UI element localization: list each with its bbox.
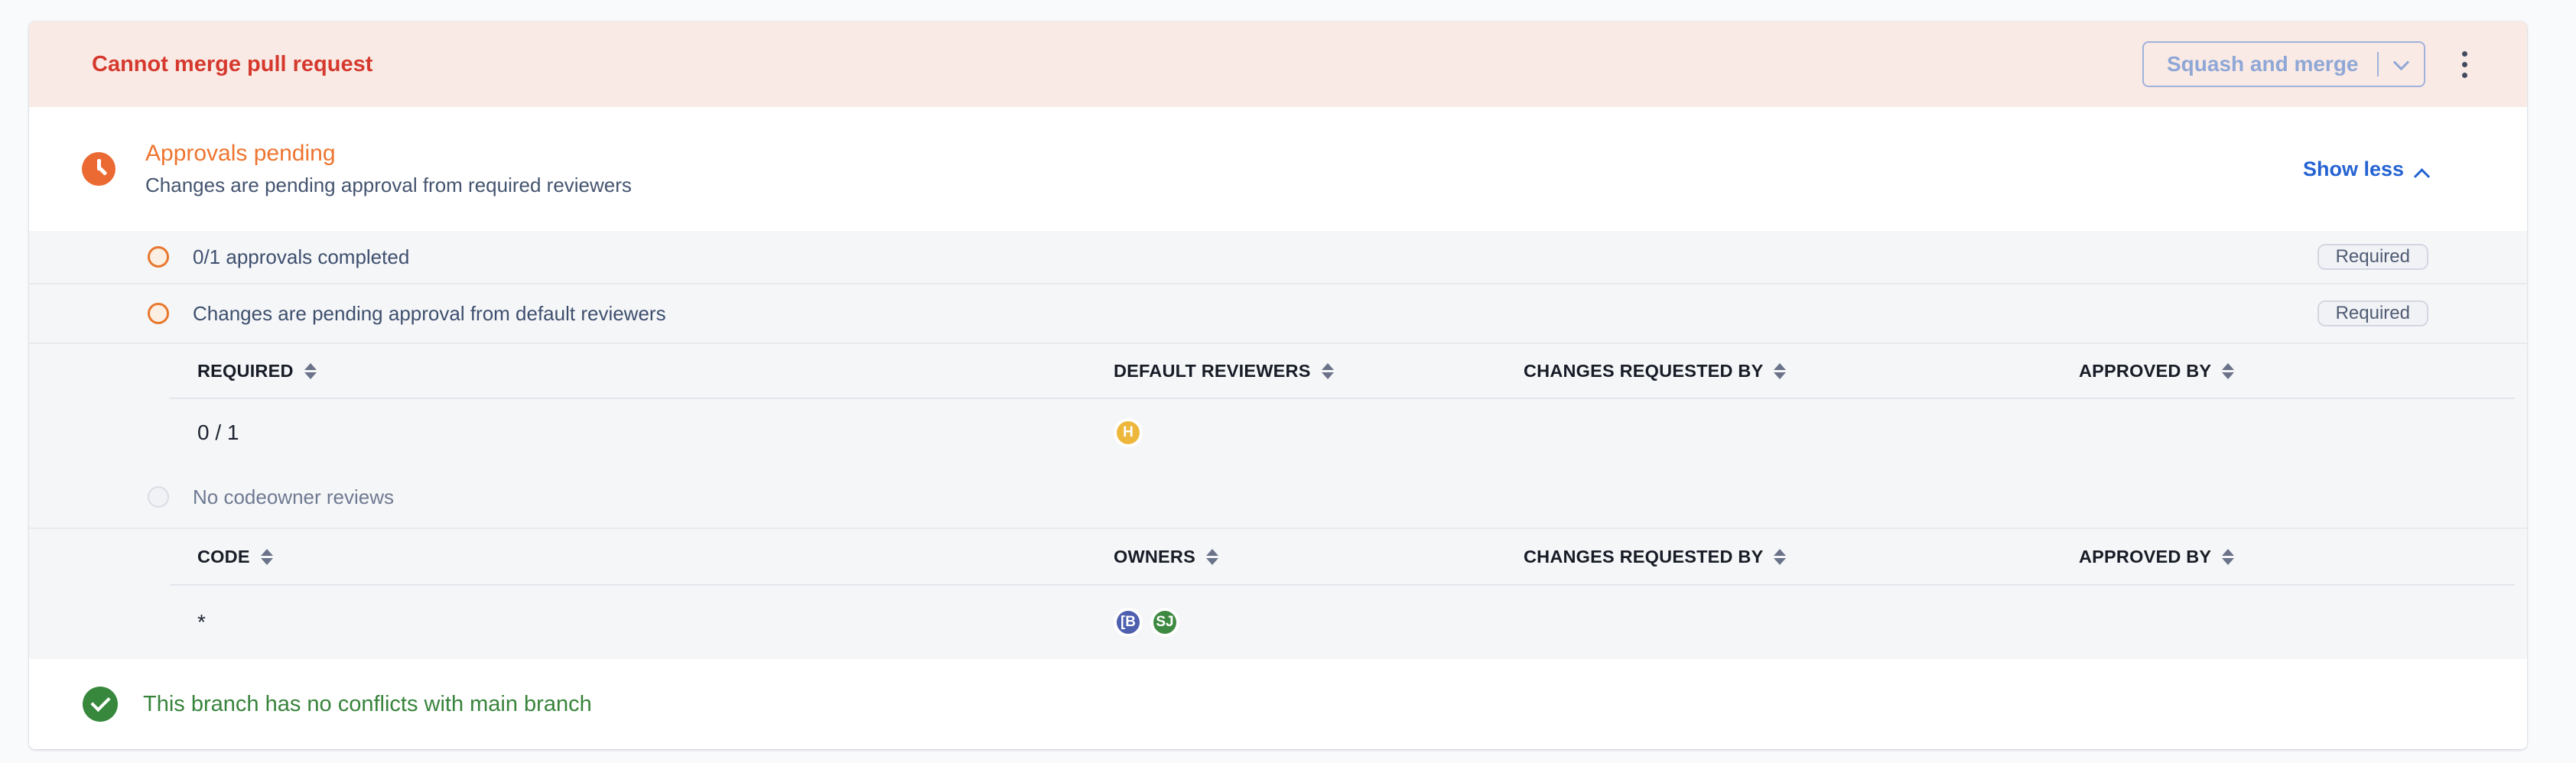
default-reviewers-check-row: Changes are pending approval from defaul… (29, 284, 2527, 343)
column-header-changes-requested-by[interactable]: CHANGES REQUESTED BY (1524, 547, 2079, 567)
show-less-label: Show less (2303, 157, 2404, 181)
required-reviewers-table-row: 0 / 1 H (170, 399, 2515, 466)
column-header-required[interactable]: REQUIRED (197, 361, 1114, 382)
sort-icon (1206, 549, 1218, 565)
chevron-down-icon[interactable] (2393, 54, 2409, 70)
show-less-link[interactable]: Show less (2303, 157, 2428, 181)
required-badge: Required (2317, 244, 2428, 270)
code-owners-table-row: * [B SJ (170, 586, 2515, 659)
owners-cell: [B SJ (1114, 608, 1524, 637)
column-header-approved-by[interactable]: APPROVED BY (2079, 547, 2515, 567)
sort-icon (2222, 549, 2234, 565)
checks-region: 0/1 approvals completed Required Changes… (29, 231, 2527, 659)
button-divider (2377, 52, 2379, 76)
no-conflicts-label: This branch has no conflicts with main b… (143, 692, 592, 717)
kebab-menu-icon[interactable] (2457, 45, 2472, 84)
column-header-default-reviewers[interactable]: DEFAULT REVIEWERS (1114, 361, 1524, 382)
sort-icon (2222, 363, 2234, 379)
default-reviewers-check-label: Changes are pending approval from defaul… (193, 302, 666, 326)
approvals-pending-subtitle: Changes are pending approval from requir… (145, 174, 2303, 197)
avatar[interactable]: [B (1114, 608, 1143, 637)
sort-icon (1774, 363, 1786, 379)
column-header-changes-requested-by[interactable]: CHANGES REQUESTED BY (1524, 361, 2079, 382)
banner-title: Cannot merge pull request (92, 52, 2142, 77)
sort-icon (304, 363, 317, 379)
code-owners-table-header: CODE OWNERS CHANGES REQUESTED BY APPROVE… (170, 529, 2515, 584)
clock-icon (82, 152, 115, 186)
codeowner-reviews-check-row: No codeowner reviews (29, 466, 2527, 528)
sort-icon (1322, 363, 1334, 379)
avatar[interactable]: H (1114, 418, 1143, 447)
code-pattern-cell: * (197, 610, 1114, 635)
default-reviewers-cell: H (1114, 418, 1524, 447)
merge-checks-card: Cannot merge pull request Squash and mer… (29, 21, 2527, 749)
required-reviewers-table-header: REQUIRED DEFAULT REVIEWERS CHANGES REQUE… (170, 344, 2515, 398)
pending-circle-icon (148, 303, 169, 324)
check-icon (83, 687, 118, 722)
required-count-cell: 0 / 1 (197, 420, 1114, 445)
approvals-completed-check-row: 0/1 approvals completed Required (29, 231, 2527, 283)
neutral-circle-icon (148, 486, 169, 508)
squash-and-merge-label: Squash and merge (2167, 52, 2359, 76)
required-reviewers-table: REQUIRED DEFAULT REVIEWERS CHANGES REQUE… (170, 344, 2515, 466)
squash-and-merge-button[interactable]: Squash and merge (2142, 41, 2425, 87)
avatar[interactable]: SJ (1150, 608, 1179, 637)
column-header-approved-by[interactable]: APPROVED BY (2079, 361, 2515, 382)
sort-icon (1774, 549, 1786, 565)
pending-circle-icon (148, 246, 169, 268)
column-header-code[interactable]: CODE (197, 547, 1114, 567)
cannot-merge-banner: Cannot merge pull request Squash and mer… (29, 21, 2527, 107)
required-badge: Required (2317, 300, 2428, 326)
no-conflicts-section: This branch has no conflicts with main b… (29, 659, 2527, 749)
chevron-up-icon (2414, 168, 2430, 184)
code-owners-table: CODE OWNERS CHANGES REQUESTED BY APPROVE… (170, 529, 2515, 659)
sort-icon (261, 549, 273, 565)
approvals-pending-section: Approvals pending Changes are pending ap… (29, 107, 2527, 231)
approvals-pending-title: Approvals pending (145, 141, 2303, 167)
approvals-text-block: Approvals pending Changes are pending ap… (145, 141, 2303, 197)
approvals-completed-label: 0/1 approvals completed (193, 245, 409, 269)
codeowner-reviews-label: No codeowner reviews (193, 485, 394, 509)
column-header-owners[interactable]: OWNERS (1114, 547, 1524, 567)
